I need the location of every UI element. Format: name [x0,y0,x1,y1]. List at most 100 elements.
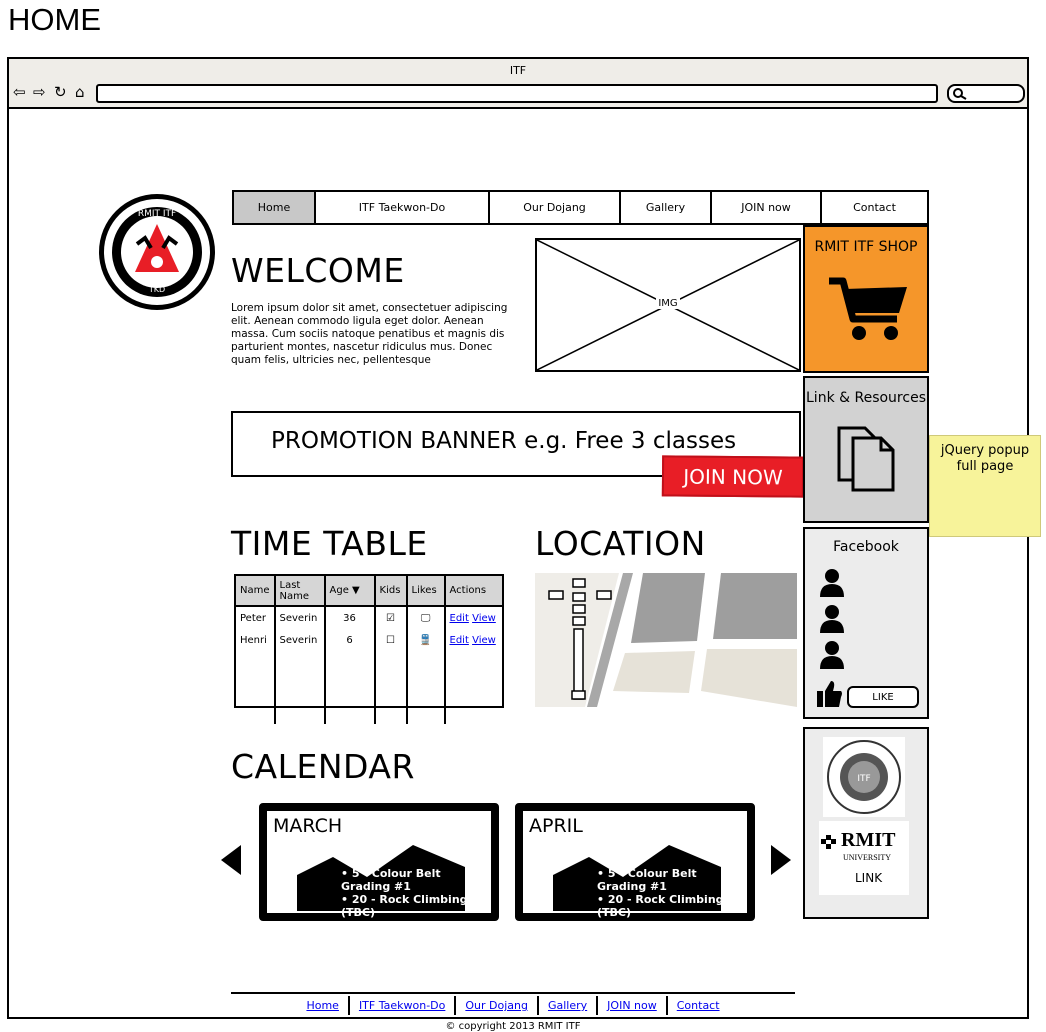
cell-name: Peter [236,606,276,629]
nav-our-dojang[interactable]: Our Dojang [490,192,621,223]
edit-link[interactable]: Edit [450,635,469,646]
location-heading: LOCATION [535,524,706,563]
edit-link[interactable]: Edit [450,613,469,624]
search-input[interactable] [947,84,1025,103]
sticky-note: jQuery popup full page [929,435,1041,537]
shop-title: RMIT ITF SHOP [814,239,918,255]
facebook-title: Facebook [833,539,899,555]
thumbs-up-icon [817,681,842,707]
user-icon [820,641,844,669]
cell-age: 36 [324,606,376,629]
column-header[interactable]: Kids [374,576,408,607]
cell-name: Henri [236,629,276,652]
svg-text:ITF: ITF [857,774,870,784]
footer-link-contact[interactable]: Contact [668,996,729,1015]
footer-nav: Home ITF Taekwon-Do Our Dojang Gallery J… [231,996,795,1015]
links-title: Link & Resources [806,390,926,406]
column-header[interactable]: Last Name [274,576,326,607]
image-label: IMG [656,298,680,309]
event-item[interactable]: 27 - Vic Champs [341,919,491,932]
column-header[interactable]: Actions [444,576,502,607]
links-resources-panel[interactable]: Link & Resources [803,376,929,523]
page-title: HOME [8,2,101,37]
search-icon [953,88,967,100]
event-item[interactable]: 5 - Colour Belt Grading #1 [341,867,491,893]
column-header[interactable]: Name [236,576,276,607]
cell-last-name: Severin [274,629,326,652]
view-link[interactable]: View [472,635,496,646]
documents-icon [837,426,895,492]
rmit-sub: UNIVERSITY [843,853,891,862]
chevron-right-icon[interactable] [769,845,791,875]
nav-gallery[interactable]: Gallery [621,192,712,223]
monitor-icon: 🖵 [420,612,431,624]
svg-text:RMIT ITF: RMIT ITF [138,209,176,219]
nav-join-now[interactable]: JOIN now [712,192,822,223]
event-item[interactable]: 5 - Colour Belt Grading #1 [597,867,747,893]
event-item[interactable]: 27 - Vic Champs [597,919,747,932]
shopping-cart-icon [829,277,907,340]
nav-home[interactable]: Home [234,192,316,223]
footer-link-our-dojang[interactable]: Our Dojang [456,996,539,1015]
timetable-heading: TIME TABLE [231,524,428,563]
join-now-button[interactable]: JOIN NOW [661,455,805,498]
rmit-link-label: LINK [855,871,883,885]
view-link[interactable]: View [472,613,496,624]
rmit-pixel-icon [821,835,836,849]
cell-last-name: Severin [274,606,326,629]
page-content: RMIT ITF TKD Home ITF Taekwon-Do Our Doj… [9,111,1041,1032]
footer-divider [231,992,795,994]
event-list: 5 - Colour Belt Grading #1 20 - Rock Cli… [341,867,491,932]
browser-titlebar: ITF ⇦ ⇨ ↻ ⌂ [9,59,1027,109]
calendar-heading: CALENDAR [231,747,415,786]
footer-link-itf-taekwon-do[interactable]: ITF Taekwon-Do [350,996,457,1015]
welcome-heading: WELCOME [231,251,405,290]
table-row: Peter Severin 36 ☑ 🖵 Edit View [236,606,502,629]
browser-window: ITF ⇦ ⇨ ↻ ⌂ RMIT ITF TKD Home ITF Taekwo… [7,57,1041,1032]
itf-logo[interactable]: ITF [823,737,905,817]
calendar-month-card[interactable]: MARCH 5 - Colour Belt Grading #1 20 - Ro… [259,803,499,932]
location-map[interactable] [535,573,797,707]
cell-age: 6 [324,629,376,652]
like-button[interactable]: LIKE [847,686,919,708]
footer-link-gallery[interactable]: Gallery [539,996,599,1015]
facebook-panel: Facebook LIKE [803,527,929,719]
nav-contact[interactable]: Contact [822,192,927,223]
url-bar[interactable] [96,84,938,103]
map-graphic [548,573,797,707]
forward-icon[interactable]: ⇨ [33,85,46,100]
sort-down-icon: ▼ [352,585,360,596]
svg-text:TKD: TKD [148,285,165,294]
promotion-text: PROMOTION BANNER e.g. Free 3 classes [271,428,737,454]
table-row-empty [236,652,502,724]
column-header[interactable]: Age ▼ [324,576,376,607]
window-title: ITF [509,64,527,77]
checkbox-checked[interactable]: ☑ [386,613,395,624]
user-icon [820,605,844,633]
train-icon: 🚆 [419,635,432,646]
welcome-text: Lorem ipsum dolor sit amet, consectetuer… [231,302,508,366]
timetable: Name Last Name Age ▼ Kids Likes Actions … [234,574,504,724]
copyright-text: © copyright 2013 RMIT ITF [445,1021,581,1032]
chevron-left-icon[interactable] [221,845,243,875]
back-icon[interactable]: ⇦ [13,85,26,100]
shop-panel[interactable]: RMIT ITF SHOP [803,225,929,373]
table-row: Henri Severin 6 ☐ 🚆 Edit View [236,629,502,652]
club-logo: RMIT ITF TKD [99,194,215,310]
user-icon [820,569,844,597]
image-placeholder: IMG [535,238,801,372]
calendar-month-card[interactable]: APRIL 5 - Colour Belt Grading #1 20 - Ro… [515,803,755,932]
rmit-wordmark: RMIT [841,829,896,851]
nav-itf-taekwon-do[interactable]: ITF Taekwon-Do [316,192,490,223]
reload-icon[interactable]: ↻ [54,85,67,100]
rmit-link-logo[interactable]: RMIT UNIVERSITY LINK [819,821,909,895]
top-navigation: Home ITF Taekwon-Do Our Dojang Gallery J… [232,190,929,225]
partner-links-panel: ITF RMIT UNIVERSITY LINK [803,727,929,919]
footer-link-home[interactable]: Home [297,996,350,1015]
home-icon[interactable]: ⌂ [75,85,85,100]
event-item[interactable]: 20 - Rock Climbing (TBC) [597,893,747,919]
checkbox-unchecked[interactable]: ☐ [386,635,395,646]
column-header[interactable]: Likes [406,576,446,607]
event-item[interactable]: 20 - Rock Climbing (TBC) [341,893,491,919]
footer-link-join-now[interactable]: JOIN now [598,996,668,1015]
